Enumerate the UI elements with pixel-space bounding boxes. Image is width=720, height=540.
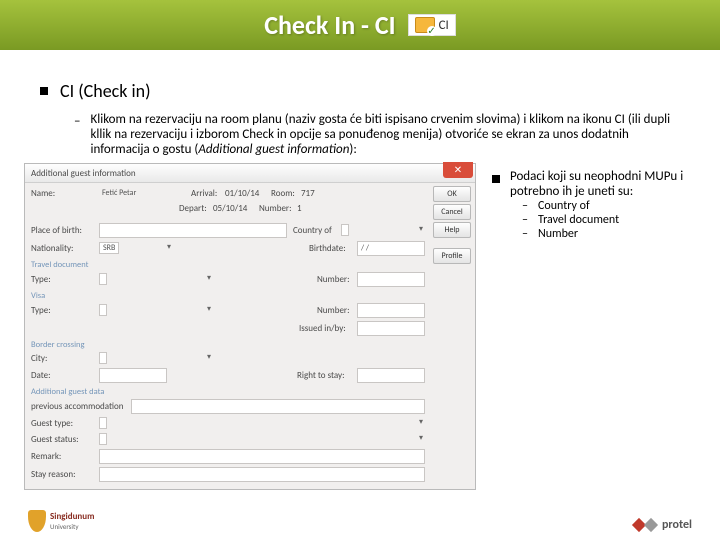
slide-title-bar: Check In - CI CI — [0, 0, 720, 50]
field-stay-reason[interactable] — [99, 467, 425, 482]
label-td-type: Type: — [31, 274, 99, 285]
value-depart: 05/10/14 — [213, 203, 253, 214]
value-number-top: 1 — [297, 203, 302, 214]
label-depart: Depart: — [179, 203, 213, 214]
dash-bullet-icon: – — [522, 199, 528, 213]
label-remark: Remark: — [31, 451, 99, 462]
ci-toolbar-button[interactable]: CI — [408, 14, 456, 36]
label-room: Room: — [271, 188, 301, 199]
label-guest-status: Guest status: — [31, 434, 99, 445]
field-td-number[interactable] — [357, 272, 425, 287]
ci-badge-label: CI — [439, 18, 449, 33]
value-arrival: 01/10/14 — [225, 188, 265, 199]
two-column-layout: Additional guest information ✕ OK Cancel… — [0, 163, 720, 490]
field-guest-type[interactable] — [99, 417, 107, 429]
info-bullet: Podaci koji su neophodni MUPu i potrebno… — [492, 169, 696, 199]
dialog-body: Name: Fetić Petar Arrival: 01/10/14 Room… — [25, 183, 475, 489]
info-sub-item: –Number — [522, 227, 696, 241]
square-bullet-icon — [40, 87, 48, 95]
label-arrival: Arrival: — [191, 188, 225, 199]
section-travel-document: Travel document — [31, 260, 431, 270]
protel-logo: protel — [634, 518, 692, 532]
dialog-title-text: Additional guest information — [31, 168, 136, 179]
ok-button[interactable]: OK — [433, 186, 471, 202]
info-column: Podaci koji su neophodni MUPu i potrebno… — [492, 163, 696, 490]
slide-footer: Singidunum University protel — [28, 510, 692, 532]
label-td-number: Number: — [317, 274, 357, 285]
bullet-level1: CI (Check in) — [40, 80, 680, 102]
info-lead-text: Podaci koji su neophodni MUPu i potrebno… — [510, 169, 696, 199]
section-additional: Additional guest data — [31, 387, 431, 397]
dash-bullet-icon: – — [522, 213, 528, 227]
field-guest-status[interactable] — [99, 433, 107, 445]
label-nationality: Nationality: — [31, 243, 99, 254]
label-visa-type: Type: — [31, 305, 99, 316]
label-birthdate: Birthdate: — [309, 243, 357, 254]
label-right-to-stay: Right to stay: — [297, 370, 357, 381]
field-nationality[interactable]: SRB — [99, 242, 119, 254]
field-visa-number[interactable] — [357, 303, 425, 318]
singidunum-logo: Singidunum University — [28, 510, 94, 532]
field-border-date[interactable] — [99, 368, 167, 383]
shield-icon — [28, 510, 46, 532]
field-td-type[interactable] — [99, 273, 107, 285]
field-issued[interactable] — [357, 321, 425, 336]
label-visa-number: Number: — [317, 305, 357, 316]
info-sub-item: –Travel document — [522, 213, 696, 227]
label-issued: Issued in/by: — [299, 323, 357, 334]
slide-title: Check In - CI — [264, 9, 395, 41]
dialog-titlebar: Additional guest information ✕ — [25, 164, 475, 183]
label-number-top: Number: — [259, 203, 297, 214]
slide-body: CI (Check in) – Klikom na rezervaciju na… — [0, 50, 720, 157]
label-place-of-birth: Place of birth: — [31, 225, 99, 236]
field-country-of[interactable] — [341, 224, 349, 236]
label-date: Date: — [31, 370, 99, 381]
field-birthdate[interactable]: / / — [357, 241, 425, 256]
section-border: Border crossing — [31, 340, 431, 350]
profile-button[interactable]: Profile — [433, 248, 471, 264]
value-name: Fetić Petar — [99, 187, 185, 200]
label-name: Name: — [31, 188, 99, 199]
field-remark[interactable] — [99, 449, 425, 464]
field-right-to-stay[interactable] — [357, 368, 425, 383]
value-room: 717 — [301, 188, 315, 199]
additional-guest-info-dialog: Additional guest information ✕ OK Cancel… — [24, 163, 476, 490]
checkin-folder-icon — [415, 17, 435, 33]
square-bullet-icon — [492, 175, 500, 183]
bullet-level2-text: Klikom na rezervaciju na room planu (naz… — [90, 112, 680, 157]
dash-bullet-icon: – — [74, 114, 80, 157]
info-sub-item: –Country of — [522, 199, 696, 213]
field-visa-type[interactable] — [99, 304, 107, 316]
label-country-of: Country of — [293, 225, 341, 236]
section-visa: Visa — [31, 291, 431, 301]
field-city[interactable] — [99, 352, 107, 364]
bullet-level2: – Klikom na rezervaciju na room planu (n… — [74, 112, 680, 157]
field-prev-accommodation[interactable] — [131, 399, 425, 414]
close-icon[interactable]: ✕ — [443, 162, 473, 178]
dialog-button-column: OK Cancel Help Profile — [433, 186, 471, 264]
help-button[interactable]: Help — [433, 222, 471, 238]
cancel-button[interactable]: Cancel — [433, 204, 471, 220]
label-prev-accommodation: previous accommodation — [31, 401, 131, 412]
field-place-of-birth[interactable] — [99, 223, 287, 238]
bullet-level1-text: CI (Check in) — [60, 80, 151, 102]
label-city: City: — [31, 353, 99, 364]
dash-bullet-icon: – — [522, 227, 528, 241]
label-stay-reason: Stay reason: — [31, 469, 99, 480]
label-guest-type: Guest type: — [31, 418, 99, 429]
diamond-icon — [644, 518, 658, 532]
